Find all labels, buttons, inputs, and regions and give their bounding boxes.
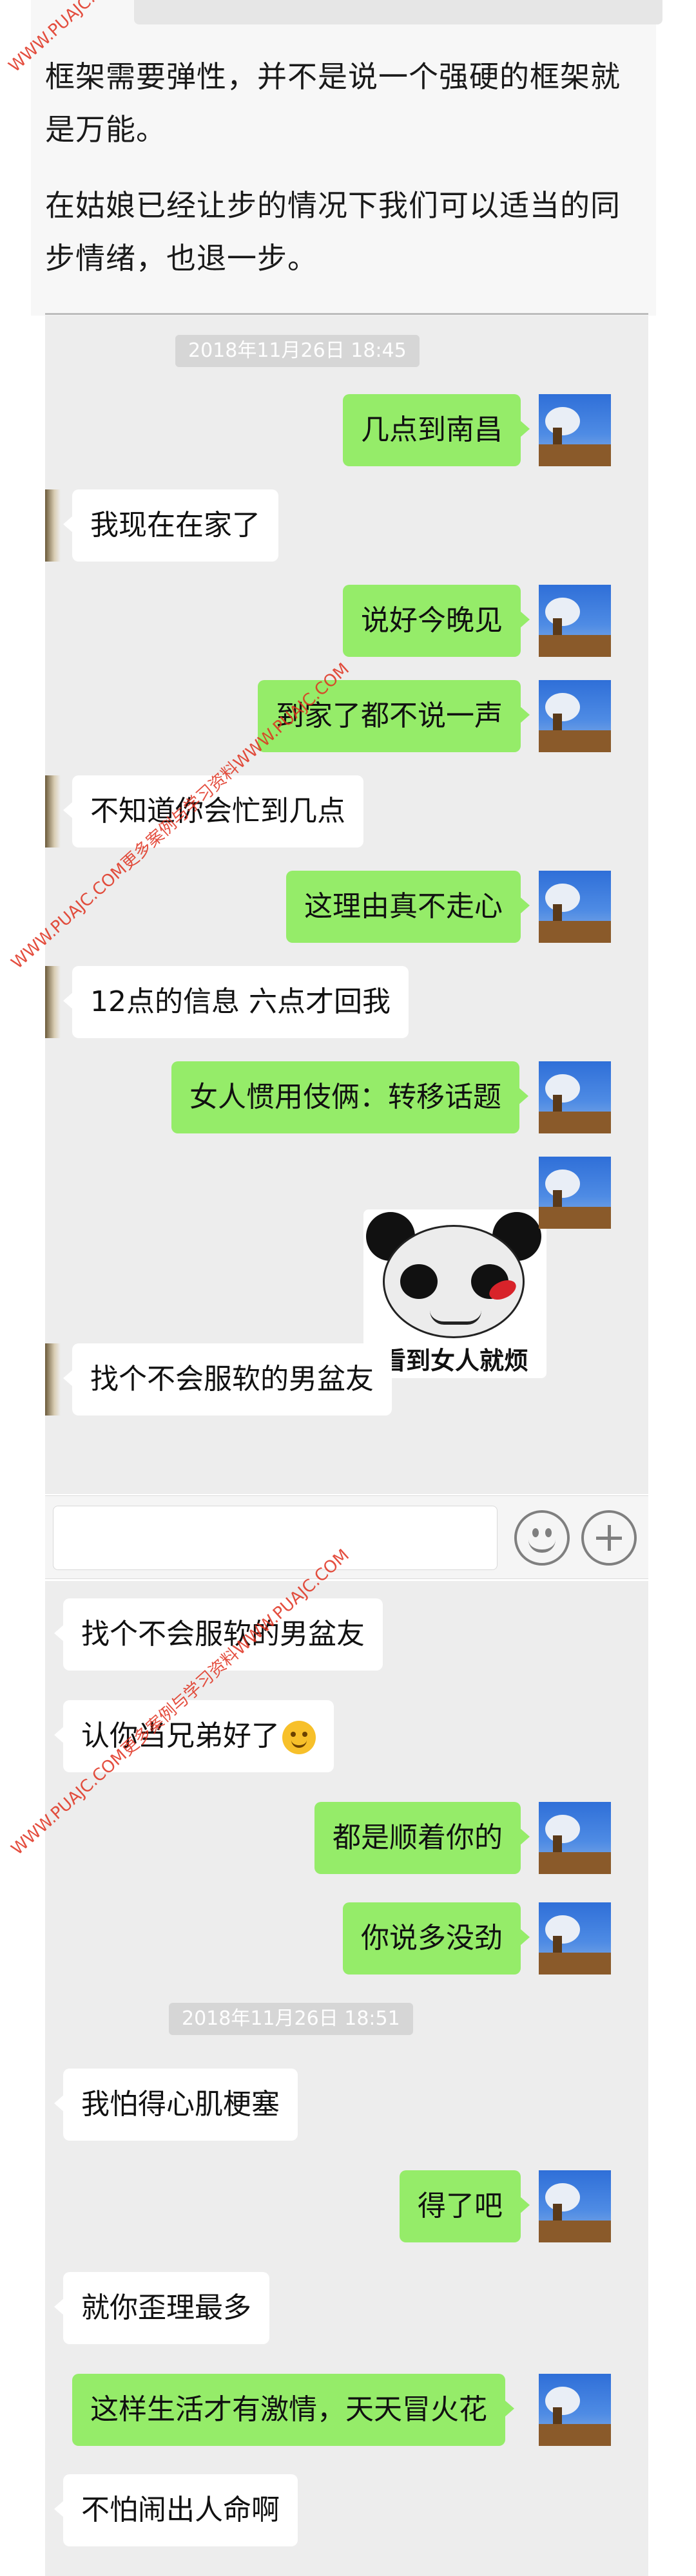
- chat2-timestamp: 2018年11月26日 18:51: [169, 2003, 413, 2035]
- my-avatar[interactable]: [539, 394, 611, 466]
- contact-avatar[interactable]: [45, 775, 61, 848]
- my-avatar[interactable]: [539, 585, 611, 657]
- page-margin-right: [656, 0, 696, 2576]
- chat1-timestamp: 2018年11月26日 18:45: [175, 335, 420, 367]
- contact-avatar[interactable]: [45, 966, 61, 1038]
- my-avatar[interactable]: [539, 1902, 611, 1975]
- message-bubble-received[interactable]: 12点的信息 六点才回我: [63, 966, 409, 1038]
- my-avatar[interactable]: [539, 871, 611, 943]
- message-bubble-sent[interactable]: 你说多没劲: [343, 1902, 530, 1975]
- message-bubble-sent[interactable]: 这样生活才有激情，天天冒火花: [72, 2374, 514, 2446]
- section-divider: [45, 313, 648, 315]
- my-avatar[interactable]: [539, 1157, 611, 1229]
- message-input[interactable]: [53, 1506, 498, 1570]
- page-margin-left: [0, 0, 31, 2576]
- message-bubble-received[interactable]: 找个不会服软的男盆友: [63, 1343, 392, 1416]
- my-avatar[interactable]: [539, 2170, 611, 2242]
- contact-avatar[interactable]: [45, 489, 61, 562]
- message-bubble-sent[interactable]: 这理由真不走心: [286, 871, 530, 943]
- message-bubble-sent[interactable]: 说好今晚见: [343, 585, 530, 657]
- plus-icon[interactable]: [581, 1510, 637, 1566]
- message-bubble-sent[interactable]: 得了吧: [400, 2170, 530, 2242]
- top-image-edge: [134, 0, 662, 24]
- my-avatar[interactable]: [539, 1061, 611, 1133]
- my-avatar[interactable]: [539, 680, 611, 752]
- message-bubble-received[interactable]: 我现在在家了: [63, 489, 278, 562]
- contact-avatar[interactable]: [45, 1343, 61, 1416]
- my-avatar[interactable]: [539, 1802, 611, 1874]
- message-bubble-sent[interactable]: 几点到南昌: [343, 394, 530, 466]
- my-avatar[interactable]: [539, 2374, 611, 2446]
- message-bubble-received[interactable]: 不怕闹出人命啊: [54, 2474, 298, 2546]
- article-paragraph-1: 框架需要弹性，并不是说一个强硬的框架就是万能。: [45, 59, 621, 147]
- message-bubble-sent[interactable]: 都是顺着你的: [314, 1802, 530, 1874]
- smiley-icon[interactable]: [514, 1510, 570, 1566]
- message-bubble-received[interactable]: 就你歪理最多: [54, 2272, 269, 2344]
- article-paragraph-2: 在姑娘已经让步的情况下我们可以适当的同步情绪，也退一步。: [45, 188, 621, 276]
- smirk-emoji-icon: [282, 1721, 316, 1754]
- message-bubble-received[interactable]: 我怕得心肌梗塞: [54, 2069, 298, 2141]
- message-bubble-sent[interactable]: 女人惯用伎俩：转移话题: [171, 1061, 528, 1133]
